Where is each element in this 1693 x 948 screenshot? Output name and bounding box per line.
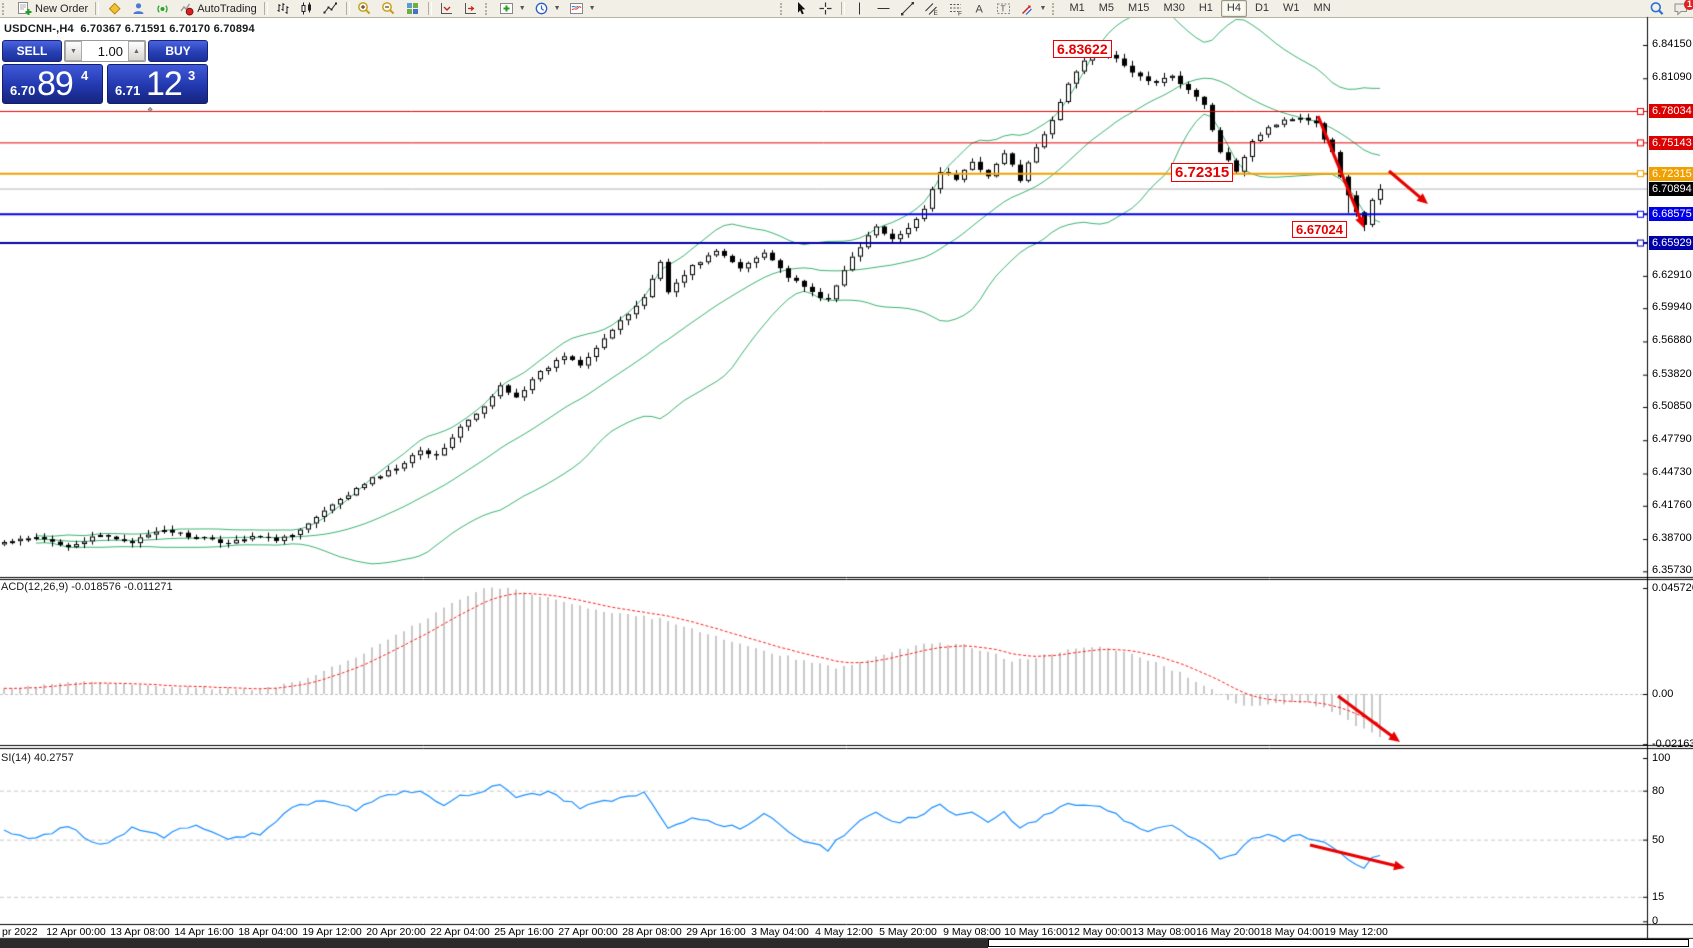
date-axis-label: pr 2022 [2, 926, 38, 938]
date-axis-label: 3 May 04:00 [751, 926, 809, 938]
price-axis-badge: 6.65929 [1649, 236, 1693, 250]
date-axis-label: 19 May 12:00 [1324, 926, 1388, 938]
date-axis-label: 13 May 08:00 [1132, 926, 1196, 938]
sell-price-main: 6.70 [10, 83, 35, 98]
ohlc-values: 6.70367 6.71591 6.70170 6.70894 [80, 23, 254, 35]
date-axis-label: 27 Apr 00:00 [558, 926, 618, 938]
rsi-axis-label: 80 [1652, 785, 1664, 797]
date-axis-label: 13 Apr 08:00 [110, 926, 170, 938]
volume-input[interactable] [82, 41, 128, 61]
macd-axis-label: 0.00 [1652, 688, 1673, 700]
price-axis-tick: 6.59940 [1652, 301, 1692, 313]
price-axis-tick: 6.56880 [1652, 334, 1692, 346]
price-axis-tick: 6.44730 [1652, 466, 1692, 478]
scrollbar-thumb[interactable] [988, 939, 1689, 947]
volume-decrease-button[interactable]: ▼ [65, 41, 82, 61]
price-axis-tick: 6.41760 [1652, 499, 1692, 511]
date-axis-label: 10 May 16:00 [1004, 926, 1068, 938]
mt4-window: New Order AutoTrading [0, 0, 1693, 948]
price-axis-tick: 6.47790 [1652, 433, 1692, 445]
rsi-axis-label: 100 [1652, 752, 1670, 764]
date-axis-label: 20 Apr 20:00 [366, 926, 426, 938]
date-axis-label: 5 May 20:00 [879, 926, 937, 938]
buy-price-main: 6.71 [115, 83, 140, 98]
date-axis-label: 19 Apr 12:00 [302, 926, 362, 938]
price-axis-badge: 6.72315 [1649, 167, 1693, 181]
price-axis-badge: 6.78034 [1649, 104, 1693, 118]
macd-axis-label: 0.045726 [1652, 582, 1693, 594]
date-axis-label: 12 May 00:00 [1068, 926, 1132, 938]
trade-panel-collapse-icon[interactable]: ❖ [147, 106, 153, 114]
scrollbar-track[interactable] [0, 939, 988, 948]
date-axis-label: 12 Apr 00:00 [46, 926, 106, 938]
macd-axis-label: -0.021639 [1652, 738, 1693, 750]
price-axis-tick: 6.35730 [1652, 564, 1692, 576]
sell-price-pip: 4 [81, 68, 88, 83]
date-axis-label: 18 Apr 04:00 [238, 926, 298, 938]
buy-button[interactable]: BUY [148, 40, 208, 62]
date-axis-label: 25 Apr 16:00 [494, 926, 554, 938]
buy-price-big: 12 [146, 65, 182, 104]
macd-indicator-label: ACD(12,26,9) -0.018576 -0.011271 [1, 581, 173, 593]
one-click-trading-panel: SELL ▼ ▲ BUY 6.70 89 4 6.71 12 3 [2, 40, 208, 104]
price-axis-tick: 6.53820 [1652, 368, 1692, 380]
date-axis-label: 16 May 20:00 [1196, 926, 1260, 938]
price-axis-tick: 6.62910 [1652, 269, 1692, 281]
price-axis-tick: 6.38700 [1652, 532, 1692, 544]
buy-price-panel[interactable]: 6.71 12 3 [107, 64, 208, 104]
symbol-timeframe-label: USDCNH-,H4 [4, 23, 74, 35]
volume-increase-button[interactable]: ▲ [128, 41, 145, 61]
sell-price-panel[interactable]: 6.70 89 4 [2, 64, 103, 104]
price-axis-tick: 6.50850 [1652, 400, 1692, 412]
date-axis-label: 9 May 08:00 [943, 926, 1001, 938]
date-axis-label: 22 Apr 04:00 [430, 926, 490, 938]
sell-button[interactable]: SELL [2, 40, 62, 62]
buy-price-pip: 3 [188, 68, 195, 83]
date-axis-label: 28 Apr 08:00 [622, 926, 682, 938]
rsi-axis-label: 50 [1652, 834, 1664, 846]
date-axis-label: 18 May 04:00 [1260, 926, 1324, 938]
date-axis-label: 4 May 12:00 [815, 926, 873, 938]
price-axis-tick: 6.81090 [1652, 71, 1692, 83]
price-annotation: 6.83622 [1053, 40, 1112, 58]
rsi-axis-label: 15 [1652, 891, 1664, 903]
price-axis-tick: 6.84150 [1652, 38, 1692, 50]
sell-price-big: 89 [37, 65, 73, 104]
chart-ohlc-header: USDCNH-,H4 6.70367 6.71591 6.70170 6.708… [4, 23, 255, 35]
price-axis-badge: 6.68575 [1649, 207, 1693, 221]
rsi-axis-label: 0 [1652, 915, 1658, 927]
date-axis-label: 14 Apr 16:00 [174, 926, 234, 938]
price-axis-badge: 6.70894 [1649, 182, 1693, 196]
date-axis-label: 29 Apr 16:00 [686, 926, 746, 938]
horizontal-scrollbar[interactable] [0, 939, 1693, 948]
price-axis-badge: 6.75143 [1649, 136, 1693, 150]
chart-canvas[interactable] [0, 0, 1693, 948]
price-annotation: 6.72315 [1171, 163, 1233, 182]
volume-group: ▼ ▲ [64, 40, 146, 62]
rsi-indicator-label: SI(14) 40.2757 [1, 752, 74, 764]
price-annotation: 6.67024 [1292, 221, 1347, 238]
